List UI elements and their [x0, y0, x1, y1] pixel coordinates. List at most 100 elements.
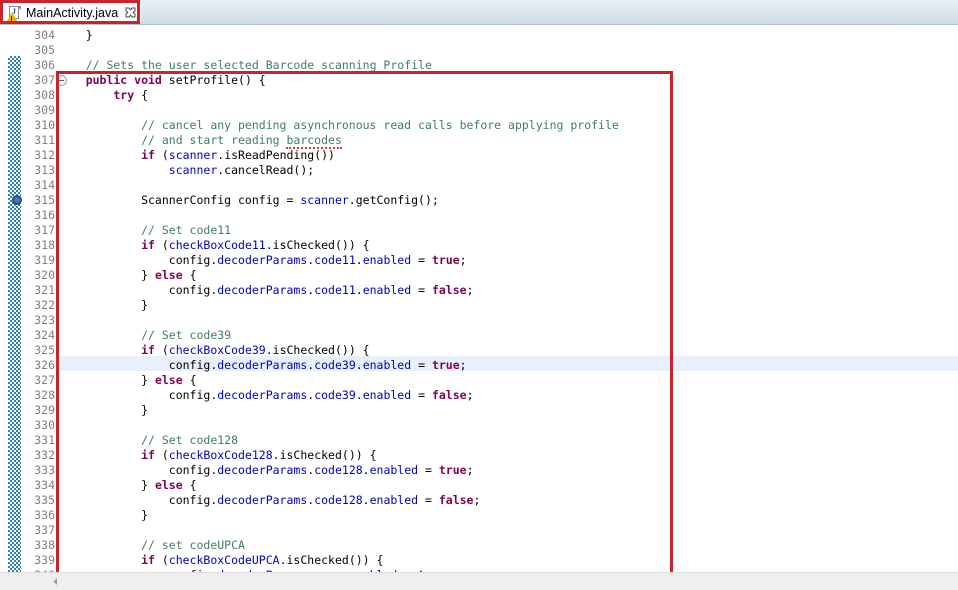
line-number: 320 — [21, 268, 55, 283]
code-line[interactable]: config.decoderParams.code39.enabled = tr… — [58, 358, 467, 373]
horizontal-scrollbar[interactable] — [0, 572, 958, 590]
code-line[interactable]: config.decoderParams.code128.enabled = t… — [58, 463, 474, 478]
code-token: checkBoxCodeUPCA — [169, 553, 280, 567]
code-line[interactable]: } — [58, 403, 148, 418]
code-token: . — [363, 463, 370, 477]
code-token: .isChecked()) { — [280, 553, 384, 567]
code-token: config. — [58, 253, 217, 267]
code-token: true — [432, 253, 460, 267]
code-token: } — [58, 403, 148, 417]
code-line[interactable]: if (checkBoxCode128.isChecked()) { — [58, 448, 377, 463]
code-token: checkBoxCode11 — [169, 238, 266, 252]
line-number: 328 — [21, 388, 55, 403]
code-line[interactable]: config.decoderParams.code128.enabled = f… — [58, 493, 480, 508]
code-token: // Sets the user selected — [58, 58, 266, 72]
line-number: 323 — [21, 313, 55, 328]
code-line[interactable]: } — [58, 508, 148, 523]
code-line[interactable]: // Sets the user selected Barcode scanni… — [58, 58, 432, 73]
code-token: // set codeUPCA — [58, 538, 245, 552]
code-line[interactable]: // Set code11 — [58, 223, 231, 238]
code-token: // cancel any pending asynchronous read … — [58, 118, 619, 132]
code-line[interactable]: if (checkBoxCode39.isChecked()) { — [58, 343, 370, 358]
line-number: 326 — [21, 358, 55, 373]
code-token: config. — [58, 283, 217, 297]
code-token: // Set code11 — [58, 223, 231, 237]
code-token: = — [411, 358, 432, 372]
line-number: 335 — [21, 493, 55, 508]
line-number: 318 — [21, 238, 55, 253]
scroll-left-arrow-icon[interactable] — [51, 577, 60, 586]
code-token: checkBoxCode39 — [169, 343, 266, 357]
code-line[interactable]: // Set code39 — [58, 328, 231, 343]
code-line[interactable]: } — [58, 28, 93, 43]
code-token: . — [363, 493, 370, 507]
code-token: .isChecked()) { — [266, 238, 370, 252]
code-line[interactable]: // set codeUPCA — [58, 538, 245, 553]
code-line[interactable]: public void setProfile() { — [58, 73, 266, 88]
editor-tab-mainactivity[interactable]: J MainActivity.java — [3, 2, 141, 23]
code-token: { — [190, 268, 197, 282]
line-number-gutter[interactable]: 3043053063073083093103113123133143153163… — [21, 25, 56, 572]
code-line[interactable]: } — [58, 298, 148, 313]
code-token: = — [418, 493, 439, 507]
line-number: 308 — [21, 88, 55, 103]
code-line[interactable]: ScannerConfig config = scanner.getConfig… — [58, 193, 439, 208]
code-line[interactable]: } else { — [58, 373, 197, 388]
line-number: 324 — [21, 328, 55, 343]
code-line[interactable]: if (checkBoxCode11.isChecked()) { — [58, 238, 370, 253]
code-token: ; — [467, 463, 474, 477]
line-number: 325 — [21, 343, 55, 358]
code-token: if — [58, 238, 162, 252]
code-token: ; — [473, 493, 480, 507]
code-line[interactable]: if (checkBoxCodeUPCA.isChecked()) { — [58, 553, 383, 568]
line-number: 337 — [21, 523, 55, 538]
code-token: barcodes — [286, 133, 341, 149]
code-line[interactable]: scanner.cancelRead(); — [58, 163, 314, 178]
code-line[interactable]: config.decoderParams.code39.enabled = fa… — [58, 388, 474, 403]
code-token: decoderParams — [217, 253, 307, 267]
quick-diff-change-bar — [8, 25, 21, 572]
code-line[interactable]: } else { — [58, 268, 197, 283]
code-token: ( — [162, 553, 169, 567]
code-token: scanner — [300, 193, 348, 207]
editor-tab-label: MainActivity.java — [26, 5, 118, 21]
code-text-area[interactable]: } // Sets the user selected Barcode scan… — [58, 25, 958, 572]
code-token: if — [58, 448, 162, 462]
code-token: decoderParams — [217, 358, 307, 372]
code-token: code11 — [314, 283, 356, 297]
code-token: .isChecked()) { — [273, 448, 377, 462]
line-number: 332 — [21, 448, 55, 463]
code-line[interactable]: try { — [58, 88, 148, 103]
code-token: ( — [162, 448, 169, 462]
code-token: } — [58, 28, 93, 42]
code-fold-collapse-icon[interactable] — [56, 75, 67, 86]
line-number: 314 — [21, 178, 55, 193]
code-token: decoderParams — [217, 463, 307, 477]
code-token: false — [432, 388, 467, 402]
code-token: = — [411, 253, 432, 267]
code-line[interactable]: // and start reading barcodes — [58, 133, 342, 148]
code-token: enabled — [370, 463, 418, 477]
line-number: 307 — [21, 73, 55, 88]
code-token: enabled — [363, 283, 411, 297]
line-number: 311 — [21, 133, 55, 148]
code-token: } — [58, 268, 155, 282]
code-line[interactable]: if (scanner.isReadPending()) — [58, 148, 335, 163]
code-token: scanner — [58, 163, 217, 177]
line-number: 306 — [21, 58, 55, 73]
java-file-warning-icon: J — [7, 5, 22, 21]
code-line[interactable]: } else { — [58, 478, 197, 493]
code-token: . — [356, 388, 363, 402]
code-line[interactable]: // Set code128 — [58, 433, 238, 448]
code-token: code11 — [314, 253, 356, 267]
line-number: 333 — [21, 463, 55, 478]
close-icon[interactable] — [125, 7, 136, 18]
bookmark-marker-icon[interactable] — [12, 195, 22, 205]
code-line[interactable]: config.decoderParams.code11.enabled = fa… — [58, 283, 474, 298]
code-editor[interactable]: 3043053063073083093103113123133143153163… — [0, 25, 958, 572]
line-number: 309 — [21, 103, 55, 118]
code-token: config. — [58, 388, 217, 402]
code-line[interactable]: // cancel any pending asynchronous read … — [58, 118, 619, 133]
code-token: . — [356, 283, 363, 297]
code-line[interactable]: config.decoderParams.code11.enabled = tr… — [58, 253, 467, 268]
